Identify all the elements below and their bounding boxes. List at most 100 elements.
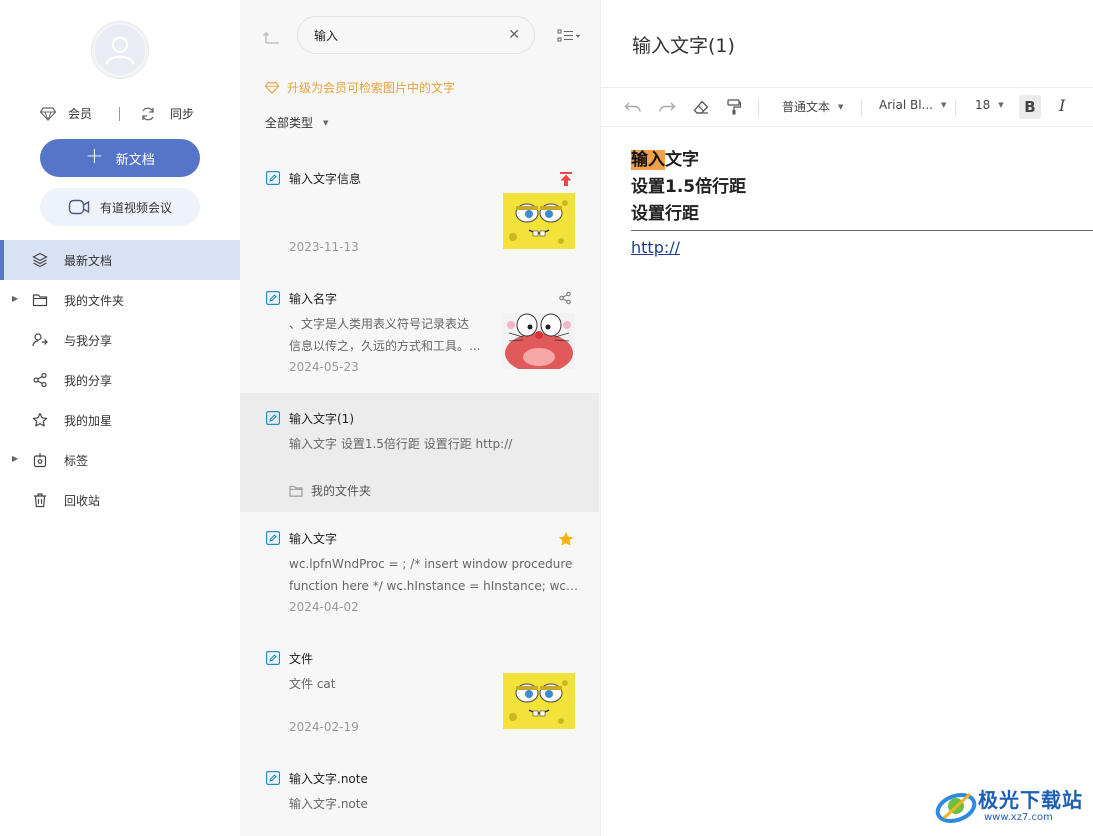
pin-top-icon[interactable]: [558, 171, 574, 187]
font-family-value: Arial Bl...: [879, 98, 933, 112]
note-doc-icon: [266, 171, 280, 185]
nav-item-label: 回收站: [64, 493, 101, 508]
item-excerpt: wc.lpfnWndProc = ; /* insert window proc…: [289, 553, 579, 597]
item-excerpt: 文件 cat: [289, 673, 489, 695]
nav-item-label: 我的文件夹: [64, 293, 125, 308]
member-button[interactable]: 会员: [40, 105, 92, 122]
item-date: 2024-05-23: [289, 360, 359, 374]
watermark-logo-icon: [935, 792, 977, 824]
note-doc-icon: [266, 291, 280, 305]
italic-button[interactable]: I: [1059, 96, 1065, 115]
nav-item-my-shares[interactable]: 我的分享: [0, 360, 240, 400]
editor-toolbar: 普通文本 ▼ Arial Bl... ▼ 18 ▼ B I: [601, 87, 1093, 127]
nav-item-latest-docs[interactable]: 最新文档: [0, 240, 240, 280]
diamond-icon: [40, 106, 56, 121]
share-icon[interactable]: [558, 291, 572, 305]
font-family-dropdown[interactable]: Arial Bl... ▼: [879, 98, 946, 112]
folder-icon: [32, 294, 48, 307]
font-size-dropdown[interactable]: 18 ▼: [975, 98, 1004, 112]
undo-icon[interactable]: [624, 101, 642, 113]
sidebar: 会员 同步 + 新文档 有道视频会议 最新文档 ▶ 我的文件夹 与我分享 我的分…: [0, 0, 240, 836]
sync-icon: [142, 107, 154, 120]
item-title: 文件: [289, 652, 314, 666]
excerpt-line: 、文字是人类用表义符号记录表达: [289, 317, 470, 331]
excerpt-line: 输入文字 设置1.5倍行距 设置行距 http://: [289, 437, 513, 451]
nav-item-label: 与我分享: [64, 333, 113, 348]
nav-item-shared-with-me[interactable]: 与我分享: [0, 320, 240, 360]
editor-content[interactable]: 输入文字 设置1.5倍行距 设置行距 http://: [631, 149, 1093, 257]
horizontal-rule: [631, 230, 1093, 231]
item-title: 输入文字信息: [289, 172, 362, 186]
list-item-selected[interactable]: 输入文字(1) 输入文字 设置1.5倍行距 设置行距 http:// 我的文件夹: [240, 393, 599, 512]
upgrade-tip-text: 升级为会员可检索图片中的文字: [287, 81, 456, 95]
item-excerpt: 输入文字.note: [289, 793, 489, 815]
toolbar-divider: [758, 100, 759, 116]
content-line-2: 设置1.5倍行距: [631, 177, 747, 197]
list-item[interactable]: 输入文字信息 2023-11-13: [240, 153, 599, 273]
type-filter-dropdown[interactable]: 全部类型 ▼: [265, 114, 328, 131]
star-icon[interactable]: [558, 531, 574, 547]
nav-item-starred[interactable]: 我的加星: [0, 400, 240, 440]
excerpt-line: wc.lpfnWndProc = ; /* insert window proc…: [289, 557, 573, 571]
chevron-down-icon: ▼: [323, 118, 329, 127]
item-folder: 我的文件夹: [289, 482, 371, 499]
item-excerpt: 输入文字 设置1.5倍行距 设置行距 http://: [289, 433, 579, 455]
item-title: 输入文字: [289, 532, 338, 546]
bold-button[interactable]: B: [1019, 95, 1041, 119]
paragraph-style-dropdown[interactable]: 普通文本 ▼: [782, 98, 843, 115]
search-highlight: 输入: [631, 150, 665, 170]
expand-caret-icon[interactable]: ▶: [12, 454, 18, 463]
chevron-down-icon: ▼: [838, 102, 844, 111]
upgrade-tip-link[interactable]: 升级为会员可检索图片中的文字: [265, 79, 455, 96]
content-link[interactable]: http://: [631, 238, 680, 257]
nav-item-my-folders[interactable]: ▶ 我的文件夹: [0, 280, 240, 320]
list-item[interactable]: 输入名字 、文字是人类用表义符号记录表达 信息以传之，久远的方式和工具。... …: [240, 273, 599, 393]
document-title[interactable]: 输入文字(1): [632, 31, 735, 58]
note-doc-icon: [266, 651, 280, 665]
note-doc-icon: [266, 771, 280, 785]
type-filter-label: 全部类型: [265, 116, 314, 130]
list-item[interactable]: 输入文字.note 输入文字.note: [240, 753, 599, 836]
expand-caret-icon[interactable]: ▶: [12, 294, 18, 303]
video-meeting-button[interactable]: 有道视频会议: [40, 188, 200, 226]
excerpt-line: 文件 cat: [289, 677, 336, 691]
watermark-name: 极光下载站: [978, 788, 1083, 812]
nav-item-trash[interactable]: 回收站: [0, 480, 240, 520]
item-title: 输入名字: [289, 292, 338, 306]
redo-icon[interactable]: [658, 101, 676, 113]
item-date: 2023-11-13: [289, 240, 359, 254]
trash-icon: [34, 493, 46, 508]
note-doc-icon: [266, 531, 280, 545]
format-painter-icon[interactable]: [727, 99, 741, 115]
list-item[interactable]: 输入文字 wc.lpfnWndProc = ; /* insert window…: [240, 513, 599, 633]
sidebar-nav: 最新文档 ▶ 我的文件夹 与我分享 我的分享 我的加星 ▶ 标签 回收站: [0, 240, 240, 520]
share-icon: [33, 372, 47, 388]
note-doc-icon: [266, 411, 280, 425]
item-excerpt: 、文字是人类用表义符号记录表达 信息以传之，久远的方式和工具。...: [289, 313, 489, 357]
item-title: 输入文字.note: [289, 772, 368, 786]
font-size-value: 18: [975, 98, 991, 112]
users-share-icon: [32, 333, 48, 347]
chevron-down-icon: ▼: [998, 101, 1004, 109]
new-document-button[interactable]: + 新文档: [40, 139, 200, 177]
chevron-down-icon: ▼: [941, 101, 947, 109]
nav-item-label: 我的加星: [64, 413, 113, 428]
watermark-url: www.xz7.com: [984, 812, 1053, 823]
excerpt-line: 信息以传之，久远的方式和工具。...: [289, 339, 481, 353]
site-watermark: 极光下载站 www.xz7.com: [934, 782, 1089, 830]
nav-item-tags[interactable]: ▶ 标签: [0, 440, 240, 480]
list-view-toggle-icon[interactable]: [557, 29, 581, 43]
back-up-icon[interactable]: [263, 28, 281, 44]
sync-button[interactable]: 同步: [140, 105, 194, 122]
search-box[interactable]: ✕: [297, 16, 535, 54]
avatar[interactable]: [92, 22, 148, 78]
diamond-icon: [265, 81, 279, 94]
divider: [119, 107, 120, 121]
tag-icon: [33, 453, 47, 468]
user-avatar-icon: [105, 36, 135, 65]
list-item[interactable]: 文件 文件 cat 2024-02-19: [240, 633, 599, 753]
eraser-icon[interactable]: [693, 100, 709, 114]
search-input[interactable]: [314, 26, 494, 44]
new-document-label: 新文档: [115, 152, 155, 168]
clear-search-icon[interactable]: ✕: [508, 27, 520, 43]
